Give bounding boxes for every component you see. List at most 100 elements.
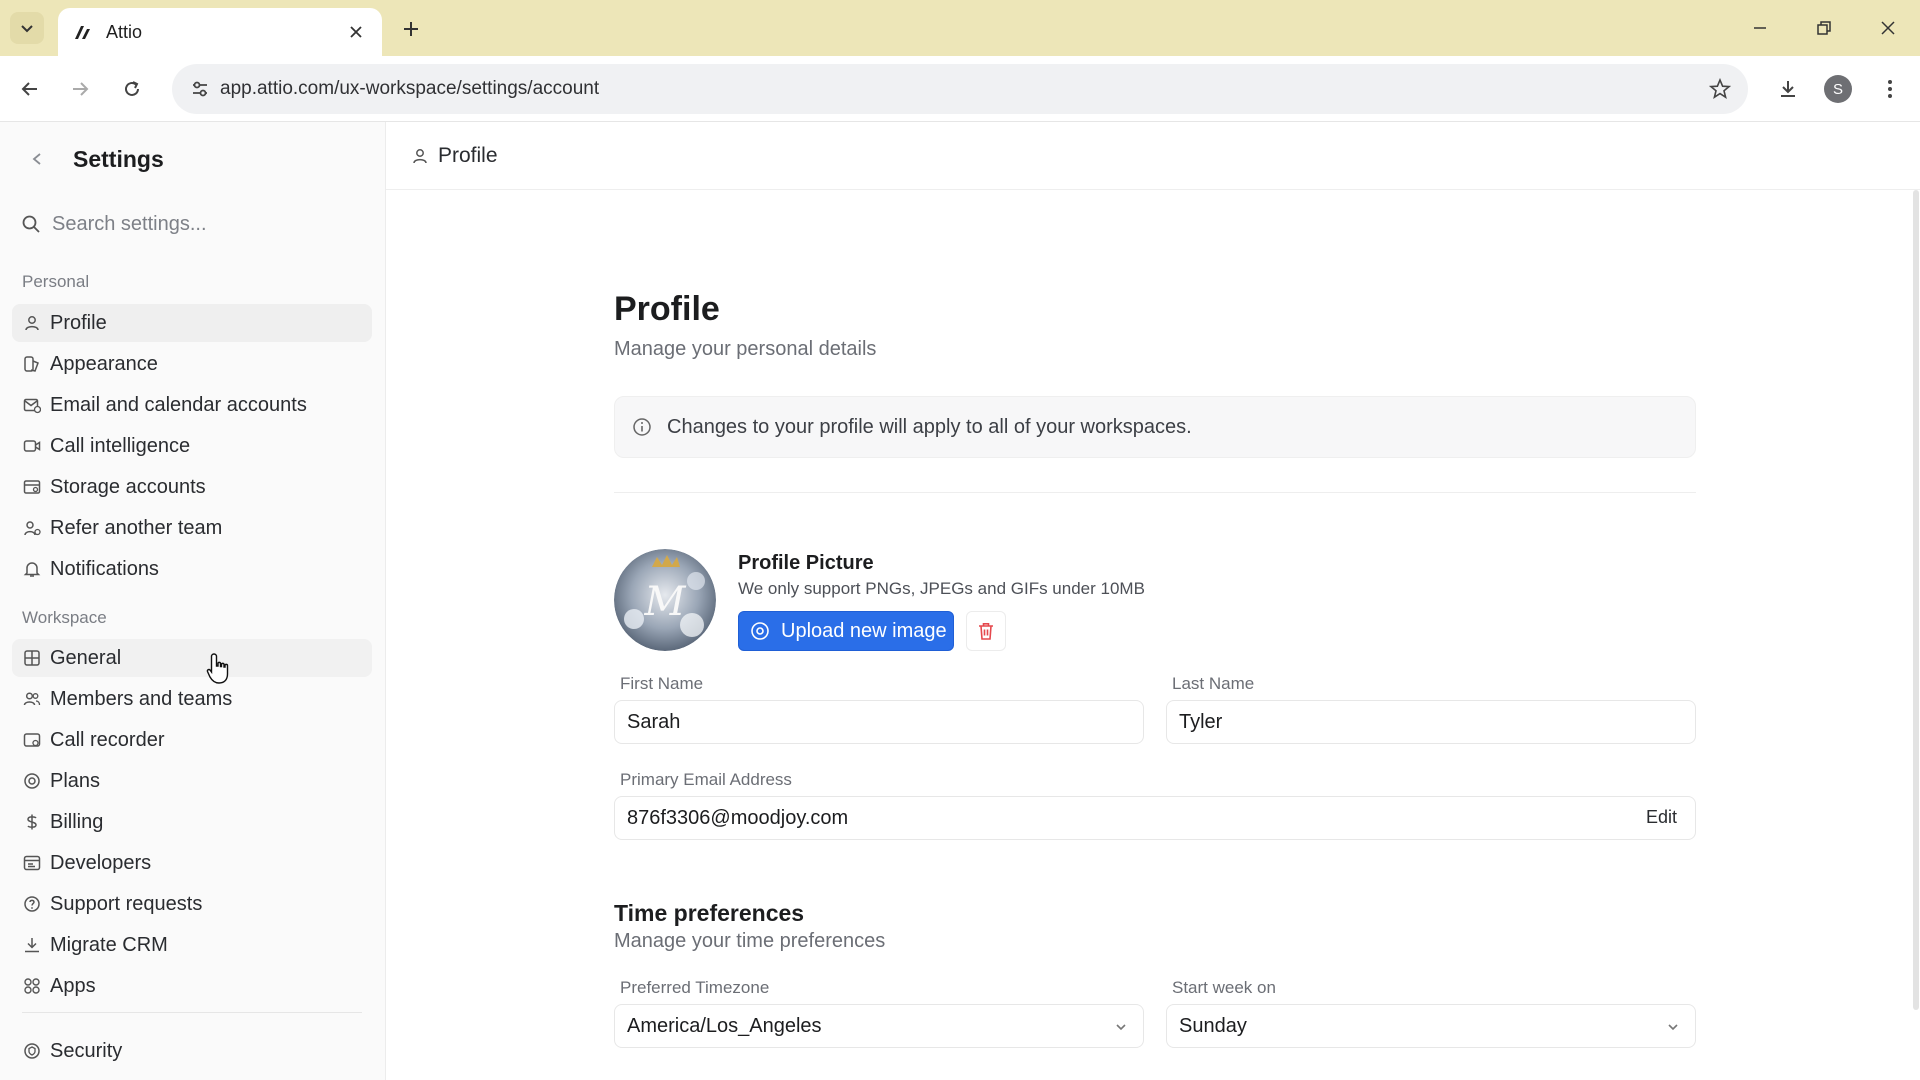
sidebar-item-label: Migrate CRM [50,933,168,956]
download-icon [1781,81,1795,97]
sidebar-item-label: Security [50,1039,123,1062]
sidebar-item-apps[interactable]: Apps [12,967,372,1005]
settings-sidebar: Settings Personal Profile Appearance Ema… [0,122,386,1080]
back-button[interactable] [14,73,46,105]
profile-avatar: S [1824,75,1852,103]
timezone-label: Preferred Timezone [620,978,770,997]
sidebar-divider [22,1012,362,1013]
profile-button[interactable]: S [1822,73,1854,105]
close-icon[interactable] [344,20,368,44]
profile-picture-hint: We only support PNGs, JPEGs and GIFs und… [738,579,1145,598]
time-preferences-title: Time preferences [614,900,805,926]
minimize-icon [1754,27,1766,29]
close-window-button[interactable] [1868,12,1908,44]
sidebar-item-refer[interactable]: Refer another team [12,509,372,547]
main-header: Profile [386,122,1920,190]
sidebar-item-support[interactable]: Support requests [12,885,372,923]
timezone-select[interactable]: America/Los_Angeles [614,1004,1144,1048]
sidebar-item-label: Appearance [50,352,158,375]
search-input[interactable] [52,212,352,236]
downloads-button[interactable] [1772,73,1804,105]
edit-email-button[interactable]: Edit [1646,807,1677,828]
camera-icon [749,620,771,642]
chevron-down-icon [21,25,33,33]
url-text[interactable]: app.attio.com/ux-workspace/settings/acco… [220,64,599,114]
palette-icon [22,354,42,374]
sidebar-item-plans[interactable]: Plans [12,762,372,800]
week-start-select[interactable]: Sunday [1166,1004,1696,1048]
sidebar-item-appearance[interactable]: Appearance [12,345,372,383]
divider [614,492,1696,493]
sidebar-item-security[interactable]: Security [12,1032,372,1070]
chevron-down-icon [1111,1017,1131,1037]
restore-icon [1817,21,1831,35]
code-icon [22,853,42,873]
notice-text: Changes to your profile will apply to al… [667,415,1192,438]
sidebar-item-general[interactable]: General [12,639,372,677]
browser-toolbar: app.attio.com/ux-workspace/settings/acco… [0,56,1920,122]
first-name-input[interactable] [627,710,1131,734]
sidebar-item-billing[interactable]: Billing [12,803,372,841]
week-start-label: Start week on [1172,978,1276,997]
search-icon [20,213,42,235]
scrollbar[interactable] [1912,190,1920,1010]
site-info-button[interactable] [184,73,216,105]
close-icon [1881,21,1895,35]
sidebar-item-developers[interactable]: Developers [12,844,372,882]
svg-text:M: M [644,579,687,625]
section-label-personal: Personal [22,272,90,291]
sidebar-item-email-calendar[interactable]: Email and calendar accounts [12,386,372,424]
sidebar-title: Settings [73,146,164,172]
sidebar-item-call-intelligence[interactable]: Call intelligence [12,427,372,465]
refer-icon [22,518,42,538]
arrow-left-icon [21,82,37,96]
sidebar-item-profile[interactable]: Profile [12,304,372,342]
bookmark-button[interactable] [1704,73,1736,105]
minimize-button[interactable] [1740,12,1780,44]
upload-image-button[interactable]: Upload new image [738,611,954,651]
profile-picture[interactable]: M [614,549,716,651]
reload-button[interactable] [116,73,148,105]
new-tab-button[interactable] [396,14,426,44]
back-button[interactable] [26,148,48,170]
trash-icon [979,623,993,640]
sidebar-item-label: Apps [50,974,96,997]
browser-tab[interactable]: Attio [58,8,382,56]
shield-icon [22,1041,42,1061]
section-label-workspace: Workspace [22,608,107,627]
sidebar-item-label: General [50,646,122,669]
info-notice: Changes to your profile will apply to al… [614,396,1696,458]
sidebar-item-migrate-crm[interactable]: Migrate CRM [12,926,372,964]
menu-button[interactable] [1874,73,1906,105]
delete-image-button[interactable] [966,611,1006,651]
sidebar-item-notifications[interactable]: Notifications [12,550,372,588]
users-icon [22,689,42,709]
sidebar-item-label: Plans [50,769,101,792]
last-name-field[interactable] [1166,700,1696,744]
sidebar-item-storage[interactable]: Storage accounts [12,468,372,506]
sidebar-item-label: Members and teams [50,687,233,710]
sidebar-item-members-teams[interactable]: Members and teams [12,680,372,718]
address-bar[interactable]: app.attio.com/ux-workspace/settings/acco… [172,64,1748,114]
tab-search-button[interactable] [10,12,44,44]
sidebar-item-call-recorder[interactable]: Call recorder [12,721,372,759]
email-label: Primary Email Address [620,770,792,789]
video-icon [22,436,42,456]
last-name-input[interactable] [1179,710,1683,734]
first-name-field[interactable] [614,700,1144,744]
page-title: Profile [614,290,720,328]
page-subtitle: Manage your personal details [614,338,877,360]
search-settings[interactable] [20,204,366,244]
chevron-left-icon [32,153,41,165]
sidebar-item-label: Storage accounts [50,475,206,498]
recorder-icon [22,730,42,750]
sidebar-item-label: Profile [50,311,107,334]
tune-icon [193,81,207,97]
forward-button[interactable] [64,73,96,105]
week-start-value: Sunday [1179,1014,1247,1037]
restore-button[interactable] [1804,12,1844,44]
sidebar-item-label: Support requests [50,892,203,915]
apps-icon [22,976,42,996]
sidebar-item-label: Notifications [50,557,159,580]
header-title: Profile [438,144,498,167]
